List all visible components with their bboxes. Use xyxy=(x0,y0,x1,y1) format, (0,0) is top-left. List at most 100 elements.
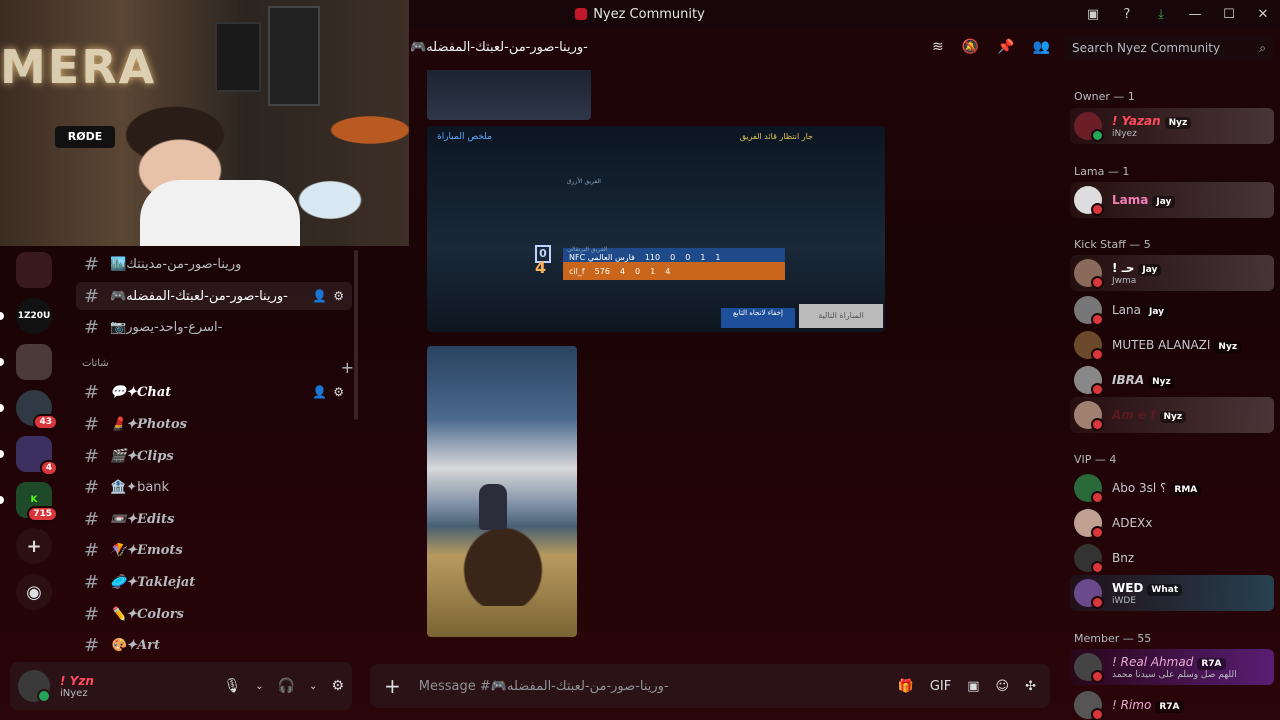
server-folder[interactable]: 43 xyxy=(0,390,58,430)
channel-item-active[interactable]: # 🎮ورينا-صور-من-لعبتك-المفضله- 👤 ⚙ xyxy=(76,282,352,310)
settings-gear-icon[interactable]: ⚙ xyxy=(331,678,344,694)
member-item[interactable]: Lana Jay xyxy=(1070,292,1274,328)
avatar xyxy=(1074,474,1104,504)
stat: 0 xyxy=(685,252,691,262)
apps-icon[interactable]: ✣ xyxy=(1025,679,1036,694)
member-item[interactable]: IBRA Nyz xyxy=(1070,362,1274,398)
member-list-icon[interactable]: 👥 xyxy=(1033,39,1050,55)
minimize-icon[interactable]: — xyxy=(1178,7,1212,22)
notification-bell-muted-icon[interactable]: 🔕 xyxy=(962,39,979,55)
channel-item[interactable]: # 🏙️ورينا-صور-من-مدينتك xyxy=(76,250,352,278)
member-item[interactable]: ! Rimo R7A xyxy=(1070,687,1274,720)
hash-icon: # xyxy=(84,413,100,435)
member-item[interactable]: Bnz xyxy=(1070,540,1274,576)
server-icon[interactable]: 1Z20U xyxy=(0,298,52,334)
scoreboard-vote-button: إخفاء لانجاه التابع xyxy=(721,308,795,328)
channel-scrollbar[interactable] xyxy=(354,250,358,420)
gear-icon[interactable]: ⚙ xyxy=(333,385,344,399)
channel-item[interactable]: # 🥏✦Taklejat xyxy=(76,568,352,596)
avatar[interactable] xyxy=(18,670,51,703)
user-info[interactable]: ! Yzn iNyez xyxy=(60,674,94,699)
stat: 0 xyxy=(670,252,676,262)
gif-icon[interactable]: GIF xyxy=(930,679,951,694)
channel-item[interactable]: # 💄✦Photos xyxy=(76,410,352,438)
explore-servers-button[interactable]: ◉ xyxy=(16,574,52,610)
microphone-icon[interactable]: 🎙 xyxy=(223,678,241,694)
member-item[interactable]: WED What iWDE xyxy=(1070,575,1274,611)
member-item[interactable]: Am e f Nyz xyxy=(1070,397,1274,433)
chevron-down-icon[interactable]: ⌄ xyxy=(255,681,263,692)
inbox-icon[interactable]: ▣ xyxy=(1076,7,1110,22)
gift-icon[interactable]: 🎁 xyxy=(898,679,914,694)
server-rail: 1Z20U 43 4 K 715 + ◉ xyxy=(0,246,68,658)
threads-icon[interactable]: ≋ xyxy=(932,39,944,55)
member-item[interactable]: Abo 3sl ؟ RMA xyxy=(1070,470,1274,506)
attach-plus-icon[interactable]: + xyxy=(384,674,401,698)
channel-header: 🎮ورينا-صور-من-لعبتك-المفضله- ≋ 🔕 📌 👥 xyxy=(360,28,1060,66)
member-item[interactable]: MUTEB ALANAZI Nyz xyxy=(1070,327,1274,363)
channel-name: 📼✦Edits xyxy=(110,511,175,527)
channel-name: 💄✦Photos xyxy=(110,416,187,432)
hash-icon: # xyxy=(84,508,100,530)
close-icon[interactable]: ✕ xyxy=(1246,7,1280,22)
server-folder[interactable]: K 715 xyxy=(0,482,58,522)
scoreboard-tab: ملخص المباراة xyxy=(437,132,492,142)
chevron-down-icon[interactable]: ⌄ xyxy=(309,681,317,692)
member-item[interactable]: Lama Jay xyxy=(1070,182,1274,218)
hash-icon: # xyxy=(84,571,100,593)
maximize-icon[interactable]: ☐ xyxy=(1212,7,1246,22)
user-panel: ! Yzn iNyez 🎙 ⌄ 🎧 ⌄ ⚙ xyxy=(10,662,352,710)
pin-icon[interactable]: 📌 xyxy=(997,39,1014,55)
channel-item[interactable]: # ✏️✦Colors xyxy=(76,600,352,628)
member-item[interactable]: ! حـ Jay Jwma xyxy=(1070,255,1274,291)
gear-icon[interactable]: ⚙ xyxy=(333,289,344,303)
headphones-icon[interactable]: 🎧 xyxy=(278,678,295,694)
avatar xyxy=(1074,653,1104,683)
channel-item[interactable]: # 💬✦Chat 👤 ⚙ xyxy=(76,378,352,406)
channel-name: 💬✦Chat xyxy=(110,384,172,400)
server-label: 1Z20U xyxy=(17,311,51,321)
hash-icon: # xyxy=(84,634,100,656)
download-icon[interactable]: ⤓ xyxy=(1144,7,1178,22)
message-composer[interactable]: + Message #🎮ورينا-صور-من-لعبتك-المفضله- … xyxy=(370,664,1050,708)
stat: 110 xyxy=(644,252,661,262)
add-server-button[interactable]: + xyxy=(16,528,52,564)
avatar xyxy=(1074,186,1104,216)
message-image-attachment[interactable] xyxy=(427,346,577,637)
create-channel-icon[interactable]: + xyxy=(341,358,354,377)
channel-item[interactable]: # 🪁✦Emots xyxy=(76,536,352,564)
member-tag: Nyz xyxy=(1214,340,1242,353)
server-folder[interactable]: 4 xyxy=(0,436,58,476)
invite-icon[interactable]: 👤 xyxy=(312,289,327,303)
member-item[interactable]: ADEXx xyxy=(1070,505,1274,541)
window-controls: ▣ ? ⤓ — ☐ ✕ xyxy=(1076,0,1280,28)
scoreboard-waiting: جار انتظار قائد الفريق xyxy=(739,132,813,141)
emoji-icon[interactable]: ☺ xyxy=(996,679,1010,694)
member-item[interactable]: ! Yazan Nyz iNyez xyxy=(1070,108,1274,144)
hash-icon: # xyxy=(84,603,100,625)
category-header[interactable]: شاتات + xyxy=(82,358,354,377)
member-status: Jwma xyxy=(1112,275,1137,286)
member-item[interactable]: ! Real Ahmad R7A اللهم صل وسلم على سيدنا … xyxy=(1070,649,1274,685)
channel-name: 🏙️ورينا-صور-من-مدينتك xyxy=(110,256,242,272)
help-icon[interactable]: ? xyxy=(1110,7,1144,22)
sticker-icon[interactable]: ▣ xyxy=(967,679,979,694)
message-image-attachment[interactable] xyxy=(427,70,591,120)
server-label: K xyxy=(30,495,38,505)
channel-item[interactable]: # 🎬✦Clips xyxy=(76,442,352,470)
channel-item[interactable]: # 🎨✦Art xyxy=(76,631,352,659)
channel-item[interactable]: # 🏦✦bank xyxy=(76,473,352,501)
search-input[interactable]: Search Nyez Community ⌕ xyxy=(1064,36,1274,60)
channel-actions: 👤 ⚙ xyxy=(312,385,352,399)
server-icon[interactable] xyxy=(0,344,52,380)
avatar xyxy=(1074,509,1104,539)
hash-icon: # xyxy=(84,285,100,307)
cowboy xyxy=(479,484,507,530)
member-status: iNyez xyxy=(1112,128,1137,139)
channel-item[interactable]: # 📷اسرع-واحد-يصور- xyxy=(76,313,352,341)
member-tag: Jay xyxy=(1138,263,1162,276)
channel-item[interactable]: # 📼✦Edits xyxy=(76,505,352,533)
server-icon[interactable] xyxy=(16,252,52,288)
invite-icon[interactable]: 👤 xyxy=(312,385,327,399)
message-image-attachment[interactable]: ملخص المباراة جار انتظار قائد الفريق الف… xyxy=(427,126,885,332)
